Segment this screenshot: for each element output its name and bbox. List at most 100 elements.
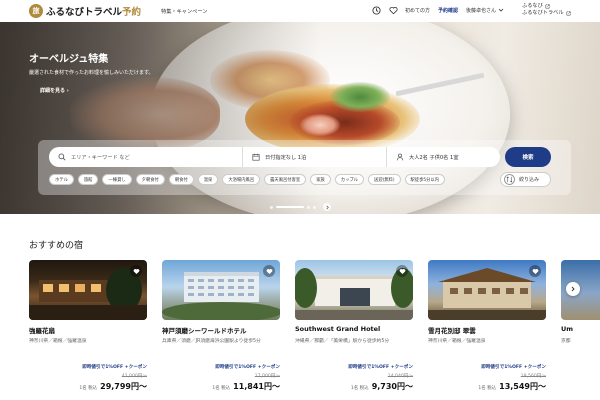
chip-dinner-breakfast[interactable]: 夕朝食付: [135, 174, 165, 185]
app-root: 旅 ふるなびトラベル予約 特集・キャンペーン 初めての方 予約確認 後藤卓也さん…: [0, 0, 600, 400]
guests-field[interactable]: 大人2名 子供0名 1室: [386, 147, 500, 167]
hotel-promo: 即時値引で1%OFF +クーポン: [481, 365, 546, 370]
carousel-next-button[interactable]: [566, 282, 580, 296]
logo-text: ふるなびトラベル予約: [46, 4, 141, 18]
hotel-location: 兵庫県／須磨／JR須磨海浜公園駅より徒歩5分: [162, 339, 261, 344]
hotel-card-partial[interactable]: Um 京都: [561, 260, 600, 400]
chip-hotel[interactable]: ホテル: [49, 174, 74, 185]
pagination-dot[interactable]: [270, 205, 273, 209]
date-value: 日付指定なし 1泊: [265, 154, 307, 161]
hotel-original-price: 42,000円〜: [121, 374, 147, 379]
hotel-location: 神奈川県／箱根／強羅温泉: [29, 339, 87, 344]
ext-link-label: ふるなびトラベル: [522, 10, 564, 16]
chip-free-shuttle[interactable]: 送迎(無料): [367, 174, 401, 185]
chip-large-bath[interactable]: 大浴場内風呂: [222, 174, 261, 185]
chip-couple[interactable]: カップル: [334, 174, 364, 185]
site-logo[interactable]: 旅 ふるなびトラベル予約: [29, 4, 141, 18]
hotel-price-row: 1名 税込 11,841円〜: [212, 381, 280, 392]
nav-campaigns[interactable]: 特集・キャンペーン: [161, 8, 207, 15]
ext-link-label: ふるなび: [522, 3, 543, 9]
pagination-active-bar[interactable]: [276, 206, 304, 208]
hero-food-image: [330, 82, 390, 112]
chevron-down-icon: [498, 8, 504, 12]
ext-link-furunavi[interactable]: ふるなび: [522, 3, 571, 10]
hotel-name[interactable]: 雪月花別邸 翠雲: [428, 325, 476, 335]
hero-title: オーベルジュ特集: [29, 54, 109, 65]
logo-mark: 旅: [29, 4, 43, 18]
user-menu[interactable]: 後藤卓也さん: [466, 7, 504, 14]
favorite-heart-icon[interactable]: [130, 265, 142, 277]
reservation-check-link[interactable]: 予約確認: [438, 7, 458, 14]
pagination-dot[interactable]: [307, 205, 310, 209]
chevron-right-icon[interactable]: [323, 203, 331, 211]
calendar-icon: [252, 153, 260, 161]
hotel-card-image: [428, 260, 546, 320]
hotel-price: 9,730円〜: [371, 382, 413, 391]
price-note: 1名 税込: [212, 386, 231, 391]
hotel-card-image: [295, 260, 413, 320]
chip-whole-house[interactable]: 一棟貸し: [102, 174, 132, 185]
guests-value: 大人2名 子供0名 1室: [409, 154, 459, 161]
hotel-location: 京都: [561, 339, 571, 344]
section-title-recommended: おすすめの宿: [29, 241, 84, 251]
hotel-location: 沖縄県／那覇／「美栄橋」駅から徒歩約5分: [295, 339, 390, 344]
chip-open-air-bath-room[interactable]: 露天風呂付客室: [264, 174, 307, 185]
search-button[interactable]: 検索: [505, 147, 551, 167]
first-time-link[interactable]: 初めての方: [405, 7, 430, 14]
pagination-dot[interactable]: [313, 205, 316, 209]
hotel-card[interactable]: Southwest Grand Hotel 沖縄県／那覇／「美栄橋」駅から徒歩約…: [295, 260, 413, 400]
hero-more-link[interactable]: 詳細を見る ›: [40, 87, 69, 94]
hotel-name[interactable]: 強羅花扇: [29, 325, 55, 335]
favorite-heart-icon[interactable]: [388, 5, 398, 15]
hotel-price-row: 1名 税込 9,730円〜: [351, 381, 413, 392]
history-icon[interactable]: [371, 5, 381, 15]
filter-swap-icon: [504, 174, 515, 185]
hotel-promo: 即時値引で1%OFF +クーポン: [215, 365, 280, 370]
price-note: 1名 税込: [478, 386, 497, 391]
favorite-heart-icon[interactable]: [263, 265, 275, 277]
hotel-promo: 即時値引で1%OFF +クーポン: [348, 365, 413, 370]
hotel-name[interactable]: 神戸須磨シーワールドホテル: [162, 325, 247, 335]
favorite-heart-icon[interactable]: [529, 265, 541, 277]
date-field[interactable]: 日付指定なし 1泊: [242, 147, 386, 167]
chip-onsen[interactable]: 温泉: [197, 174, 219, 185]
external-link-icon: [566, 11, 571, 16]
refine-button[interactable]: 絞り込み: [500, 172, 551, 187]
person-icon: [396, 153, 404, 161]
hero-subtitle: 厳選された食材で作ったお料理を愉しみいただけます。: [29, 70, 154, 76]
search-icon: [58, 153, 66, 161]
hotel-price-row: 1名 税込 13,549円〜: [478, 381, 546, 392]
favorite-heart-icon[interactable]: [396, 265, 408, 277]
hotel-card[interactable]: 雪月花別邸 翠雲 神奈川県／箱根／強羅温泉 即時値引で1%OFF +クーポン 1…: [428, 260, 546, 400]
price-note: 1名 税込: [350, 386, 369, 391]
hotel-price: 11,841円〜: [233, 382, 280, 391]
chip-breakfast[interactable]: 朝食付: [168, 174, 194, 185]
hotel-original-price: 14,040円〜: [387, 374, 413, 379]
hotel-card[interactable]: 強羅花扇 神奈川県／箱根／強羅温泉 即時値引で1%OFF +クーポン 42,00…: [29, 260, 147, 400]
logo-text-main: ふるなびトラベル: [46, 7, 123, 18]
keyword-field[interactable]: エリア・キーワード など: [49, 147, 242, 167]
site-header: 旅 ふるなびトラベル予約 特集・キャンペーン 初めての方 予約確認 後藤卓也さん…: [0, 0, 600, 22]
hotel-price-row: 1名 税込 29,799円〜: [79, 381, 147, 392]
search-bar: エリア・キーワード など 日付指定なし 1泊 大人2名 子供0名 1室: [49, 147, 500, 167]
hotel-promo: 即時値引で1%OFF +クーポン: [82, 365, 147, 370]
hotel-location: 神奈川県／箱根／強羅温泉: [428, 339, 486, 344]
hotel-name[interactable]: Southwest Grand Hotel: [295, 325, 380, 333]
refine-label: 絞り込み: [519, 177, 540, 183]
keyword-placeholder: エリア・キーワード など: [71, 154, 130, 161]
ext-link-furunavi-travel[interactable]: ふるなびトラベル: [522, 10, 571, 17]
logo-text-accent: 予約: [122, 7, 142, 18]
hotel-card[interactable]: 神戸須磨シーワールドホテル 兵庫県／須磨／JR須磨海浜公園駅より徒歩5分 即時値…: [162, 260, 280, 400]
hotel-original-price: 18,560円〜: [520, 374, 546, 379]
external-links: ふるなび ふるなびトラベル: [522, 3, 571, 17]
hero-pagination: [270, 203, 331, 211]
hotel-price: 13,549円〜: [499, 382, 546, 391]
hotel-name[interactable]: Um: [561, 325, 573, 333]
header-actions: 初めての方 予約確認 後藤卓也さん: [371, 5, 512, 15]
hero-more-label: 詳細を見る: [40, 88, 66, 94]
price-note: 1名 税込: [79, 386, 98, 391]
chip-ryokan[interactable]: 旅館: [77, 174, 99, 185]
hotel-card-image: [162, 260, 280, 320]
chip-family[interactable]: 家族: [310, 174, 331, 185]
chip-near-station[interactable]: 駅徒歩5分以内: [404, 174, 446, 185]
